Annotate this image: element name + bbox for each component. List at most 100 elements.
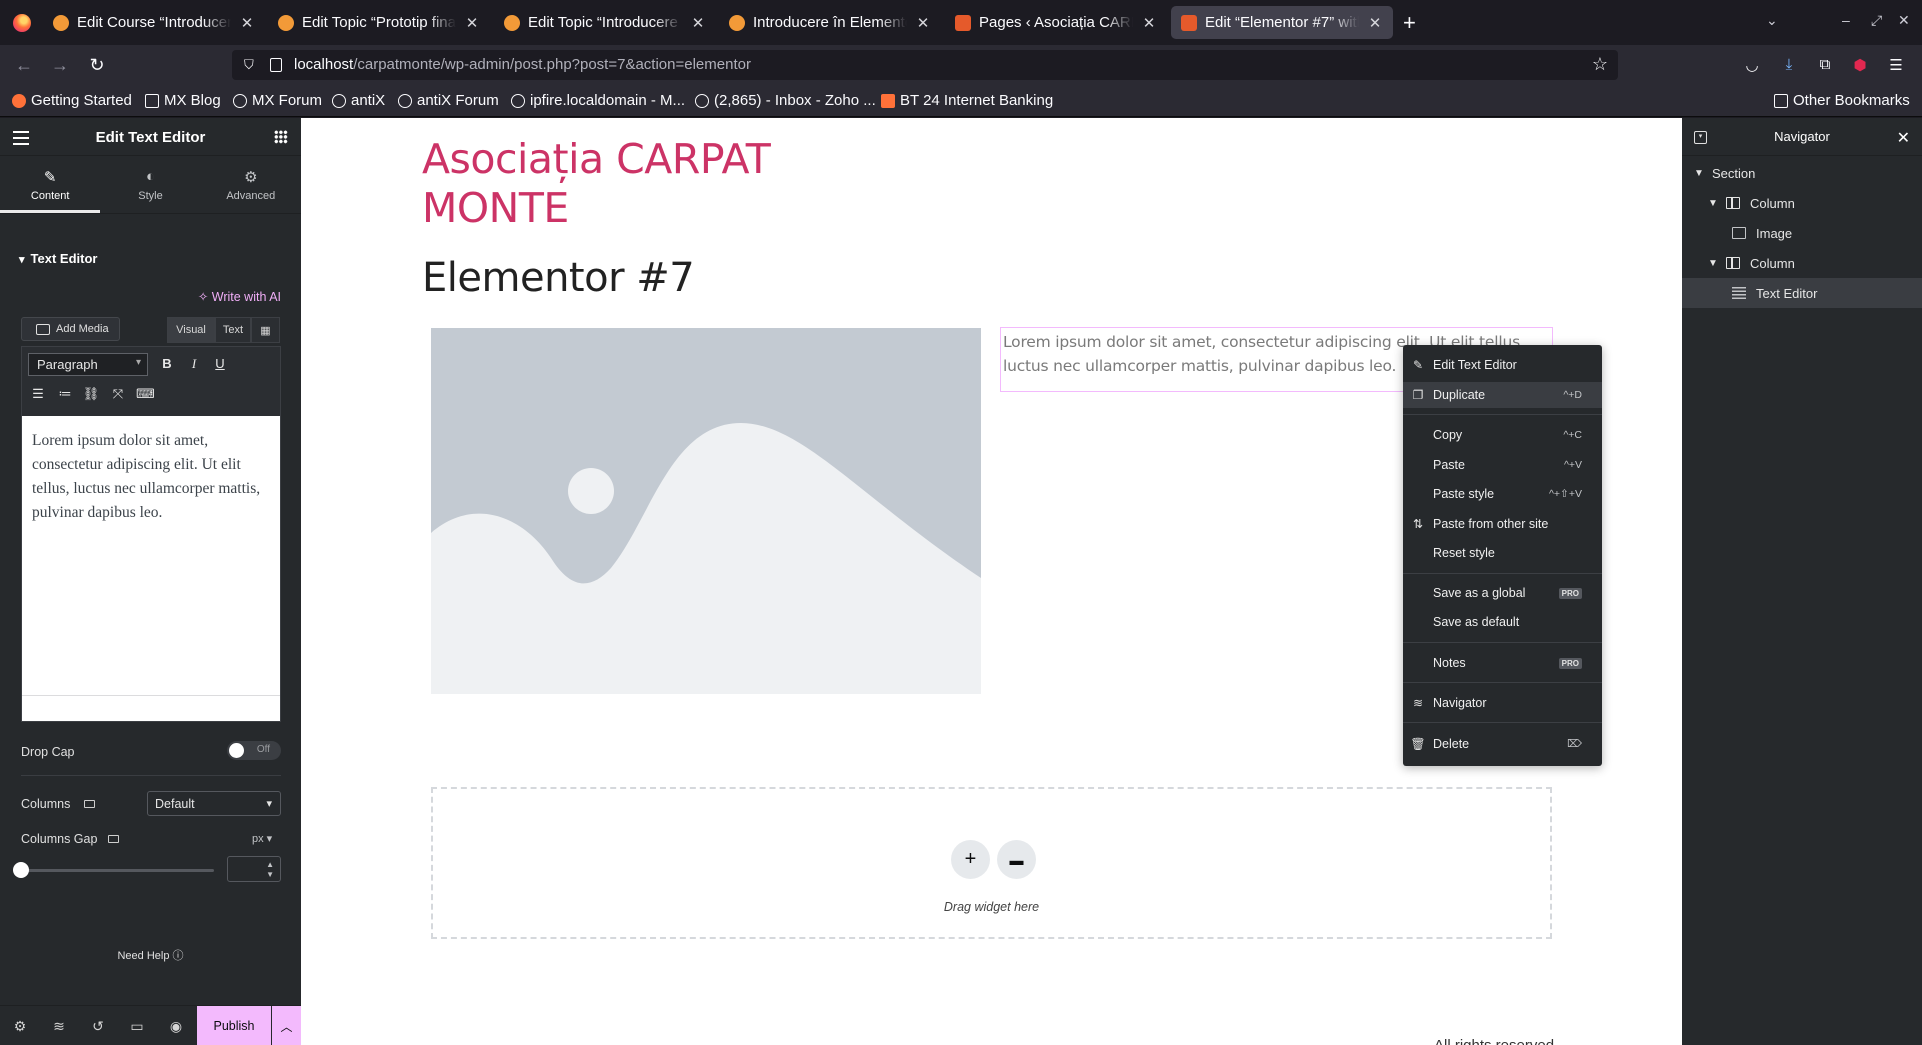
shield-icon[interactable]: ⛉ [244, 57, 254, 73]
image-widget-placeholder[interactable] [431, 328, 981, 694]
toolbar-toggle-icon[interactable]: ▦ [251, 317, 280, 343]
menu-item-save-global[interactable]: Save as a global PRO [1403, 580, 1602, 606]
new-tab-button[interactable]: + [1403, 10, 1416, 36]
increment-icon[interactable]: ▲ [266, 860, 274, 869]
bookmark-item[interactable]: ipfire.localdomain - M... [511, 92, 685, 109]
browser-tab[interactable]: Pages ‹ Asociația CARPAT MONTE ✕ [945, 6, 1167, 39]
caret-down-icon[interactable]: ▼ [1708, 198, 1720, 209]
menu-icon[interactable]: ☰ [1886, 56, 1906, 76]
url-bar[interactable]: ⛉ localhost/carpatmonte/wp-admin/post.ph… [232, 50, 1618, 80]
navigator-item-column[interactable]: ▼ Column [1682, 248, 1922, 278]
close-icon[interactable]: ✕ [1141, 14, 1157, 32]
navigator-item-section[interactable]: ▼ Section [1682, 158, 1922, 188]
download-icon[interactable]: ⤓ [1779, 56, 1799, 76]
add-section-plus-icon[interactable]: + [951, 840, 990, 879]
bookmark-item[interactable]: Getting Started [12, 92, 132, 109]
browser-tab[interactable]: Introducere în Elementor ✕ [719, 6, 941, 39]
widgets-grid-icon[interactable] [274, 130, 288, 144]
bookmark-item[interactable]: MX Forum [233, 92, 322, 109]
need-help-link[interactable]: Need Help ⓘ [0, 947, 301, 963]
reload-icon[interactable]: ↻ [85, 54, 109, 78]
browser-tab-active[interactable]: Edit “Elementor #7” with Elementor ✕ [1171, 6, 1393, 39]
history-icon[interactable]: ↺ [89, 1018, 107, 1034]
menu-item-paste[interactable]: Paste ^+V [1403, 452, 1602, 478]
editor-resize-handle[interactable] [22, 695, 280, 721]
bullet-list-icon[interactable]: ☰ [29, 385, 47, 403]
bold-icon[interactable]: B [158, 355, 176, 373]
page-info-icon[interactable] [270, 58, 282, 72]
columns-gap-slider-track[interactable] [21, 869, 214, 872]
columns-gap-input[interactable]: ▲ ▼ [227, 856, 281, 882]
columns-gap-slider-handle[interactable] [13, 862, 29, 878]
text-editor-field[interactable]: Paragraph B I U ☰ ≔ ⛓ ⤧ ⌨ Lorem ipsum do… [21, 346, 281, 722]
other-bookmarks[interactable]: Other Bookmarks [1774, 92, 1910, 109]
window-close-button[interactable]: ✕ [1898, 12, 1910, 29]
monitor-icon[interactable] [108, 835, 119, 843]
columns-select[interactable]: Default [147, 791, 281, 816]
add-media-button[interactable]: Add Media [21, 317, 120, 341]
navigator-item-column[interactable]: ▼ Column [1682, 188, 1922, 218]
menu-item-copy[interactable]: Copy ^+C [1403, 422, 1602, 448]
close-icon[interactable]: ✕ [239, 14, 255, 32]
tab-content[interactable]: ✎ Content [0, 156, 101, 213]
write-with-ai-link[interactable]: ✧ Write with AI [198, 289, 281, 304]
bookmark-item[interactable]: antiX [332, 92, 385, 109]
url-text[interactable]: localhost/carpatmonte/wp-admin/post.php?… [294, 56, 751, 73]
fullscreen-icon[interactable]: ⤧ [109, 385, 127, 403]
section-toggle-text-editor[interactable]: Text Editor [19, 251, 98, 266]
ublock-icon[interactable]: ⬢ [1850, 56, 1870, 76]
pocket-icon[interactable]: ◡ [1742, 56, 1762, 76]
minimize-button[interactable]: – [1842, 12, 1850, 28]
keyboard-icon[interactable]: ⌨ [136, 385, 155, 403]
close-icon[interactable]: ✕ [690, 14, 706, 32]
unit-select[interactable]: px ▾ [252, 832, 272, 845]
close-icon[interactable]: ✕ [1367, 14, 1383, 32]
menu-item-paste-other-site[interactable]: ⇅ Paste from other site [1403, 511, 1602, 537]
decrement-icon[interactable]: ▼ [266, 870, 274, 879]
firefox-logo-icon[interactable] [13, 14, 31, 32]
link-icon[interactable]: ⛓ [82, 385, 100, 403]
navigator-item-text-editor[interactable]: Text Editor [1682, 278, 1922, 308]
bookmark-item[interactable]: antiX Forum [398, 92, 499, 109]
chevron-up-icon[interactable]: ︿ [272, 1006, 301, 1045]
browser-tab[interactable]: Edit Course “Introducere în Elementor” ✕ [43, 6, 265, 39]
bookmark-star-icon[interactable]: ☆ [1592, 54, 1608, 75]
caret-down-icon[interactable]: ▼ [1694, 168, 1706, 179]
extensions-icon[interactable]: ⧉ [1815, 56, 1835, 76]
template-library-folder-icon[interactable]: ▬ [997, 840, 1036, 879]
settings-gear-icon[interactable]: ⚙ [11, 1018, 29, 1034]
italic-icon[interactable]: I [185, 355, 203, 373]
menu-item-paste-style[interactable]: Paste style ^+⇧+V [1403, 481, 1602, 507]
add-section-drop-zone[interactable]: + ▬ Drag widget here [431, 787, 1552, 939]
browser-tab[interactable]: Edit Topic “Prototip final” ✕ [268, 6, 490, 39]
tab-list-chevron-icon[interactable]: ⌄ [1766, 12, 1778, 29]
editor-text-content[interactable]: Lorem ipsum dolor sit amet, consectetur … [32, 429, 272, 525]
preview-eye-icon[interactable]: ◉ [167, 1018, 185, 1034]
menu-item-notes[interactable]: Notes PRO [1403, 650, 1602, 676]
numbered-list-icon[interactable]: ≔ [56, 385, 74, 403]
tab-style[interactable]: ◐ Style [100, 156, 200, 213]
layers-icon[interactable]: ≋ [50, 1018, 68, 1034]
bookmark-item[interactable]: (2,865) - Inbox - Zoho ... [695, 92, 876, 109]
menu-item-edit[interactable]: ✎ Edit Text Editor [1403, 352, 1602, 378]
close-icon[interactable]: ✕ [1897, 128, 1910, 148]
menu-item-delete[interactable]: 🗑 Delete ⌦ [1403, 731, 1602, 757]
site-title[interactable]: Asociația CARPAT MONTE [422, 135, 771, 233]
close-icon[interactable]: ✕ [915, 14, 931, 32]
browser-tab[interactable]: Edit Topic “Introducere în Elementor” ✕ [494, 6, 716, 39]
visual-tab[interactable]: Visual [167, 317, 215, 343]
format-select[interactable]: Paragraph [28, 353, 148, 376]
publish-button[interactable]: Publish [197, 1006, 271, 1045]
text-tab[interactable]: Text [215, 317, 251, 343]
tab-advanced[interactable]: ⚙ Advanced [201, 156, 301, 213]
bookmark-item[interactable]: MX Blog [145, 92, 221, 109]
close-icon[interactable]: ✕ [464, 14, 480, 32]
drop-cap-toggle[interactable]: Off [227, 741, 281, 760]
menu-item-duplicate[interactable]: ❐ Duplicate ^+D [1403, 382, 1602, 408]
responsive-icon[interactable]: ▭ [128, 1018, 146, 1034]
menu-item-save-default[interactable]: Save as default [1403, 609, 1602, 635]
navigator-item-image[interactable]: Image [1682, 218, 1922, 248]
bookmark-item[interactable]: BT 24 Internet Banking [881, 92, 1053, 109]
monitor-icon[interactable] [84, 800, 95, 808]
menu-item-reset-style[interactable]: Reset style [1403, 540, 1602, 566]
